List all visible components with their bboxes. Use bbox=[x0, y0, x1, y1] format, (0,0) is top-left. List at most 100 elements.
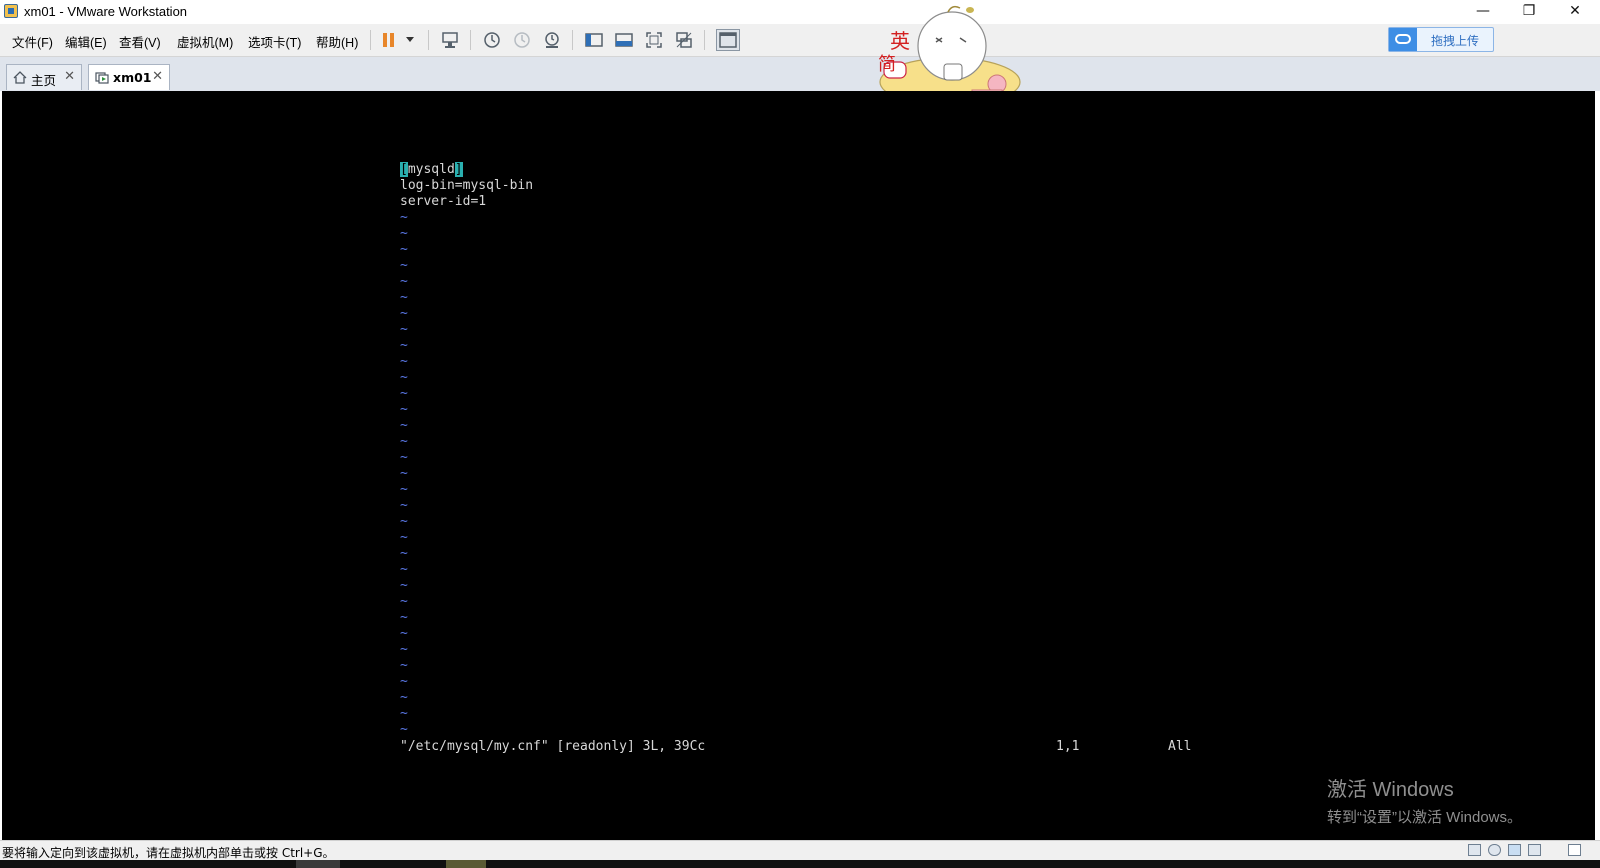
activation-hint: 转到“设置”以激活 Windows。 bbox=[1327, 809, 1523, 826]
menu-toolbar: 文件(F) 编辑(E) 查看(V) 虚拟机(M) 选项卡(T) 帮助(H) 拖拽… bbox=[0, 24, 1600, 57]
vim-buffer: [mysqld] log-bin=mysql-bin server-id=1 ~… bbox=[400, 162, 533, 738]
vim-empty-line-tilde: ~ bbox=[400, 546, 408, 561]
cd-rom-icon[interactable] bbox=[1488, 844, 1501, 856]
vim-empty-line-tilde: ~ bbox=[400, 706, 408, 721]
vim-status-position: 1,1 bbox=[1056, 739, 1080, 754]
home-icon bbox=[13, 71, 27, 84]
mascot-text: 英 bbox=[890, 29, 910, 53]
tab-label: xm01 bbox=[113, 70, 152, 85]
upload-label: 拖拽上传 bbox=[1431, 34, 1480, 48]
chevron-down-icon[interactable] bbox=[406, 37, 414, 42]
vim-empty-line-tilde: ~ bbox=[400, 642, 408, 657]
activation-title: 激活 Windows bbox=[1327, 779, 1454, 801]
vim-empty-line-tilde: ~ bbox=[400, 610, 408, 625]
vim-empty-line-tilde: ~ bbox=[400, 674, 408, 689]
tab-label: 主页 bbox=[31, 73, 57, 88]
status-bar: 要将输入定向到该虚拟机，请在虚拟机内部单击或按 Ctrl+G。 bbox=[0, 840, 1600, 860]
vim-empty-line-tilde: ~ bbox=[400, 482, 408, 497]
close-button[interactable]: ✕ bbox=[1552, 0, 1598, 24]
close-icon[interactable]: ✕ bbox=[152, 69, 163, 84]
vim-empty-line-tilde: ~ bbox=[400, 210, 408, 225]
taskbar-item[interactable] bbox=[296, 860, 340, 868]
vim-empty-line-tilde: ~ bbox=[400, 242, 408, 257]
toolbar-separator bbox=[428, 30, 429, 50]
menu-file[interactable]: 文件(F) bbox=[12, 32, 53, 51]
status-message: 要将输入定向到该虚拟机，请在虚拟机内部单击或按 Ctrl+G。 bbox=[2, 846, 335, 860]
vim-empty-line-tilde: ~ bbox=[400, 578, 408, 593]
vim-empty-line-tilde: ~ bbox=[400, 290, 408, 305]
drag-upload-button[interactable]: 拖拽上传 bbox=[1388, 27, 1494, 52]
restore-button[interactable]: ❐ bbox=[1506, 0, 1552, 24]
vim-empty-line-tilde: ~ bbox=[400, 370, 408, 385]
vim-empty-line-tilde: ~ bbox=[400, 338, 408, 353]
vim-line: log-bin=mysql-bin bbox=[400, 178, 534, 193]
vim-empty-line-tilde: ~ bbox=[400, 258, 408, 273]
pause-icon[interactable] bbox=[383, 33, 395, 47]
hard-disk-icon[interactable] bbox=[1468, 844, 1481, 856]
vm-console[interactable]: [mysqld] log-bin=mysql-bin server-id=1 ~… bbox=[2, 91, 1595, 840]
minimize-button[interactable]: — bbox=[1460, 0, 1506, 24]
vim-empty-line-tilde: ~ bbox=[400, 466, 408, 481]
vim-empty-line-tilde: ~ bbox=[400, 514, 408, 529]
send-ctrl-alt-del-icon[interactable] bbox=[440, 30, 460, 50]
vim-empty-line-tilde: ~ bbox=[400, 226, 408, 241]
vim-status-file: "/etc/mysql/my.cnf" [readonly] 3L, 39Cc bbox=[400, 739, 706, 754]
title-bar: xm01 - VMware Workstation — ❐ ✕ bbox=[0, 0, 1600, 24]
vmware-window: xm01 - VMware Workstation — ❐ ✕ 文件(F) 编辑… bbox=[0, 0, 1600, 860]
vim-line: mysqld bbox=[407, 162, 455, 177]
unity-icon[interactable] bbox=[674, 30, 694, 50]
vmware-app-icon bbox=[4, 4, 18, 18]
vim-empty-line-tilde: ~ bbox=[400, 594, 408, 609]
tab-home[interactable]: 主页 ✕ bbox=[6, 64, 82, 90]
vim-empty-line-tilde: ~ bbox=[400, 450, 408, 465]
vim-empty-line-tilde: ~ bbox=[400, 434, 408, 449]
vm-icon bbox=[95, 72, 109, 84]
tab-xm01[interactable]: xm01 ✕ bbox=[88, 64, 170, 90]
vim-line: server-id=1 bbox=[400, 194, 487, 209]
vim-empty-line-tilde: ~ bbox=[400, 562, 408, 577]
vim-empty-line-tilde: ~ bbox=[400, 658, 408, 673]
vim-empty-line-tilde: ~ bbox=[400, 626, 408, 641]
revert-snapshot-icon[interactable] bbox=[512, 30, 532, 50]
windows-taskbar bbox=[0, 860, 1600, 868]
cloud-icon bbox=[1389, 28, 1417, 51]
menu-edit[interactable]: 编辑(E) bbox=[65, 32, 107, 51]
message-log-icon[interactable] bbox=[1568, 844, 1581, 856]
toolbar-separator bbox=[470, 30, 471, 50]
vim-empty-line-tilde: ~ bbox=[400, 306, 408, 321]
taskbar-item[interactable] bbox=[446, 860, 486, 868]
mascot-text: 简 bbox=[878, 54, 896, 75]
vim-empty-line-tilde: ~ bbox=[400, 498, 408, 513]
toolbar-separator bbox=[704, 30, 705, 50]
vim-empty-line-tilde: ~ bbox=[400, 530, 408, 545]
menu-tabs[interactable]: 选项卡(T) bbox=[248, 32, 301, 51]
vim-empty-line-tilde: ~ bbox=[400, 322, 408, 337]
full-screen-icon[interactable] bbox=[644, 30, 664, 50]
show-library-icon[interactable] bbox=[584, 30, 604, 50]
vim-empty-line-tilde: ~ bbox=[400, 690, 408, 705]
vim-empty-line-tilde: ~ bbox=[400, 722, 408, 737]
vim-status-scroll: All bbox=[1168, 739, 1192, 754]
menu-view[interactable]: 查看(V) bbox=[119, 32, 161, 51]
toolbar-separator bbox=[370, 30, 371, 50]
vim-empty-line-tilde: ~ bbox=[400, 418, 408, 433]
close-icon[interactable]: ✕ bbox=[64, 69, 75, 84]
windows-activation-watermark: 激活 Windows 转到“设置”以激活 Windows。 bbox=[1327, 773, 1522, 827]
vim-empty-line-tilde: ~ bbox=[400, 274, 408, 289]
snapshot-manager-icon[interactable] bbox=[542, 30, 562, 50]
vim-bracket-match: ] bbox=[454, 162, 463, 177]
thumbnail-bar-icon[interactable] bbox=[614, 30, 634, 50]
snapshot-icon[interactable] bbox=[482, 30, 502, 50]
window-title: xm01 - VMware Workstation bbox=[24, 4, 188, 19]
vim-cursor: [ bbox=[400, 162, 408, 177]
menu-vm[interactable]: 虚拟机(M) bbox=[177, 32, 233, 51]
menu-help[interactable]: 帮助(H) bbox=[316, 32, 358, 51]
tab-bar: 主页 ✕ xm01 ✕ bbox=[0, 57, 1600, 91]
network-adapter-icon[interactable] bbox=[1508, 844, 1521, 856]
vim-empty-line-tilde: ~ bbox=[400, 402, 408, 417]
usb-device-icon[interactable] bbox=[1528, 844, 1541, 856]
console-view-icon[interactable] bbox=[716, 29, 740, 51]
toolbar-separator bbox=[572, 30, 573, 50]
vim-empty-line-tilde: ~ bbox=[400, 354, 408, 369]
vim-empty-line-tilde: ~ bbox=[400, 386, 408, 401]
